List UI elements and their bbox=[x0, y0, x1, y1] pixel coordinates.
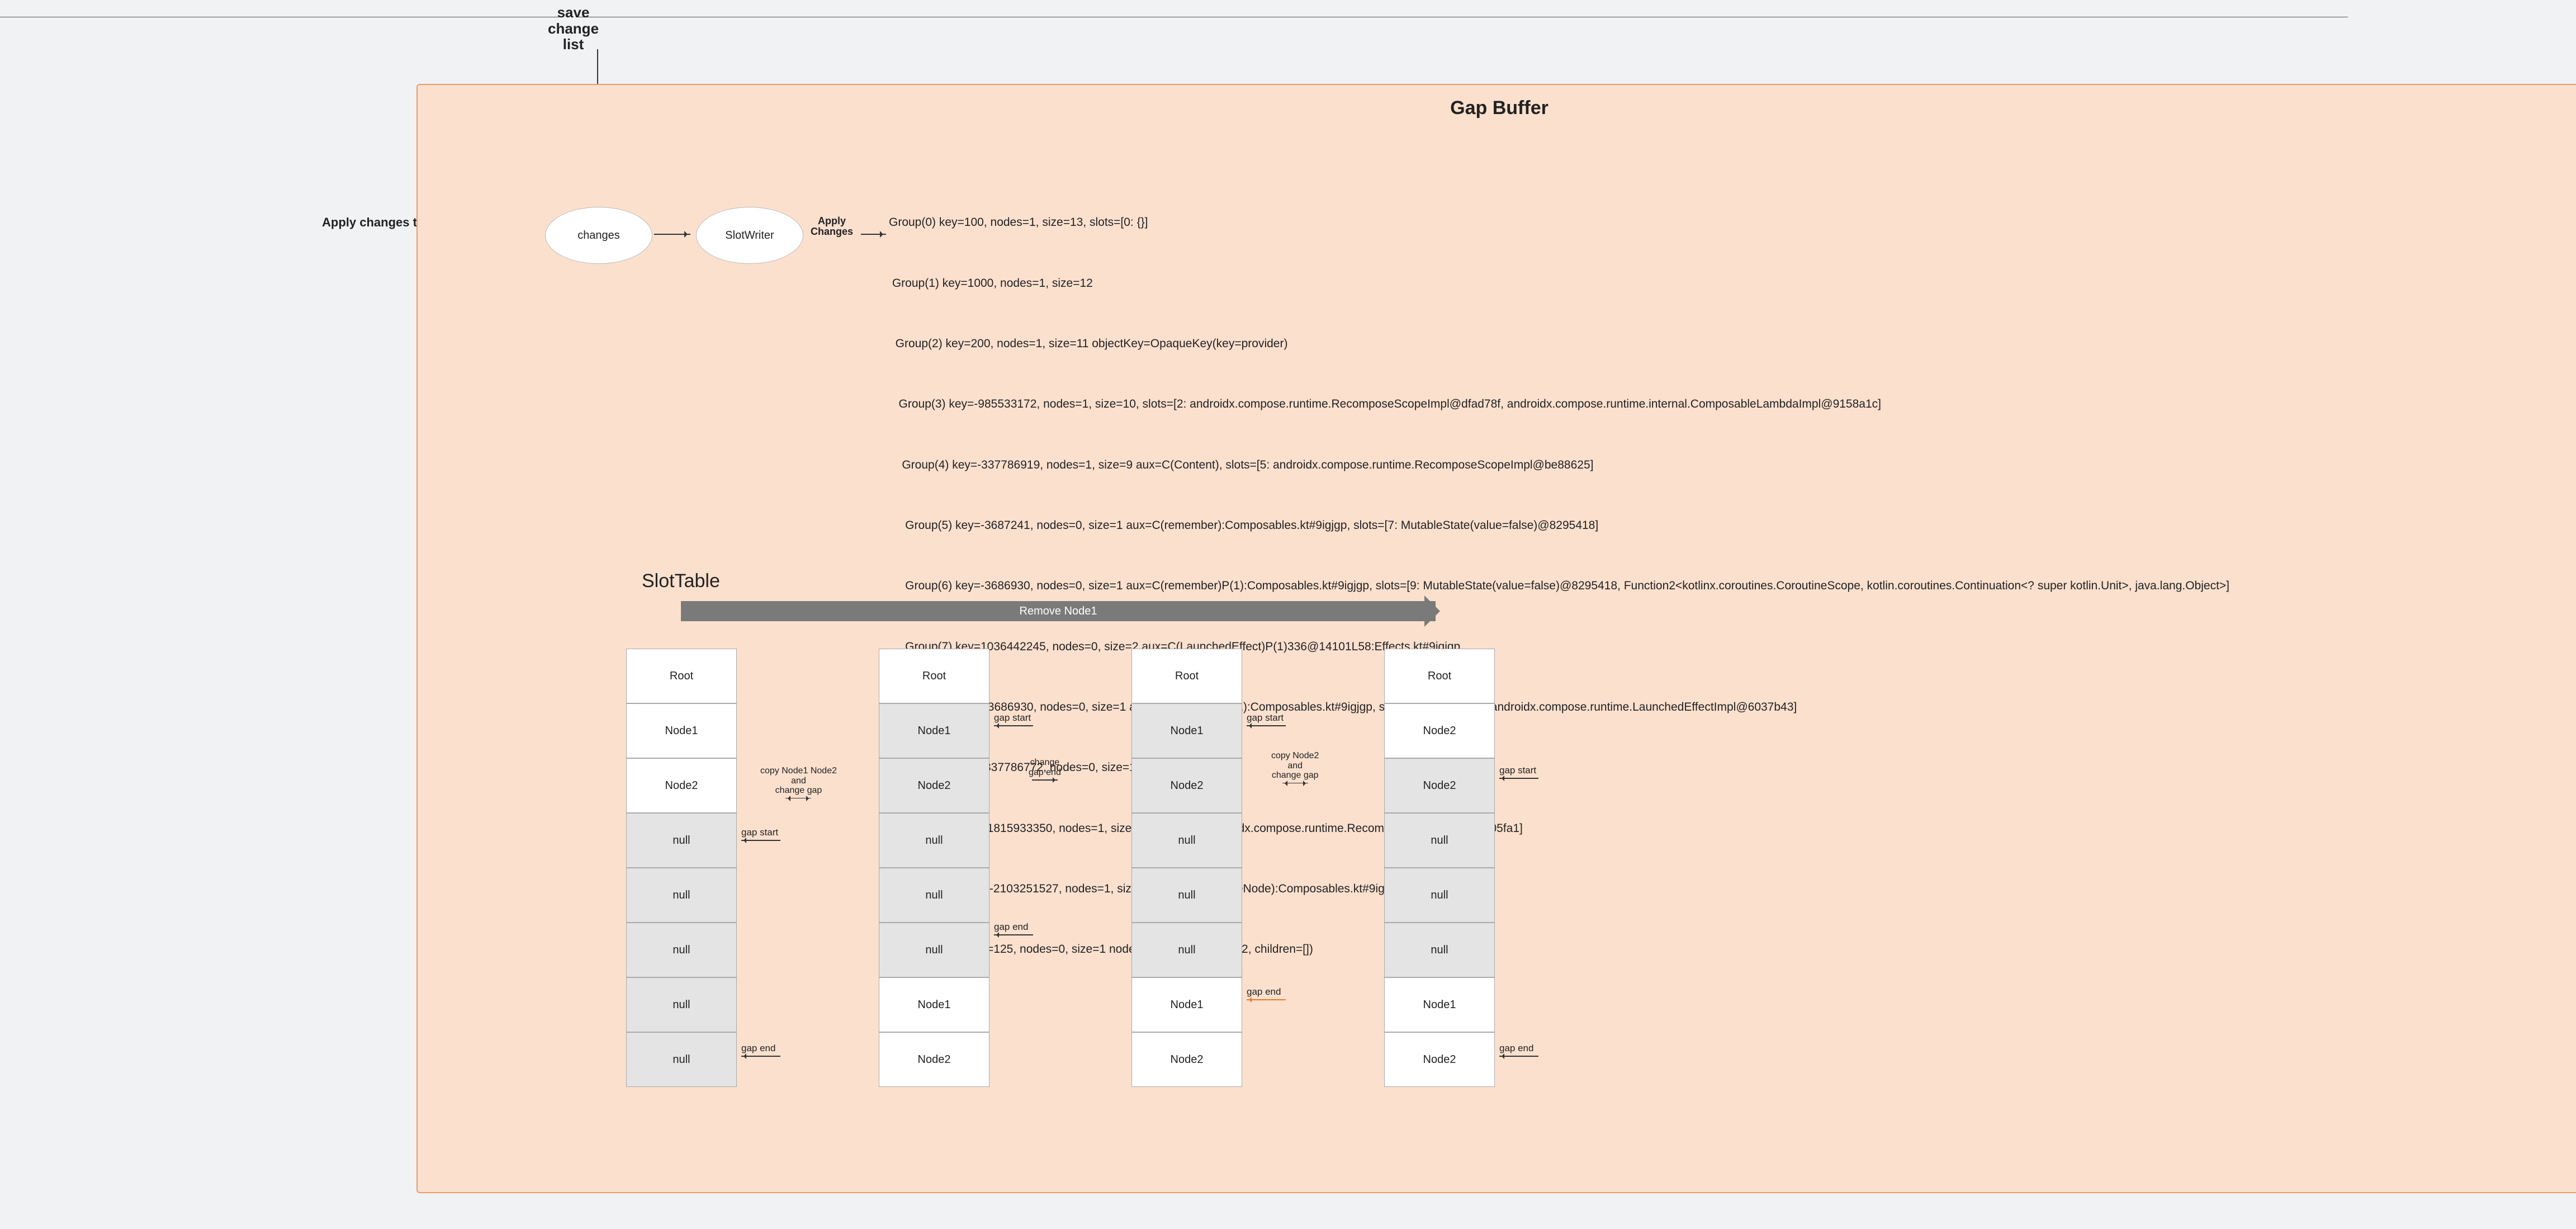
slot-cell: Node1 bbox=[1131, 703, 1242, 758]
slot-cell: Node1 bbox=[626, 703, 737, 758]
step-1-label: copy Node1 Node2 and change gap bbox=[760, 766, 837, 798]
gap-end-note-moved: gap end bbox=[1247, 987, 1286, 1000]
marker-text: gap start bbox=[1247, 712, 1284, 723]
arrow-writer-to-dump bbox=[861, 234, 886, 235]
gap-end-note: gap end bbox=[741, 1043, 780, 1057]
slot-cell: null bbox=[626, 813, 737, 868]
slot-cell: null bbox=[879, 868, 989, 923]
slot-cell: null bbox=[879, 813, 989, 868]
gap-end-note: gap end bbox=[1499, 1043, 1538, 1057]
dump-line: Group(1) key=1000, nodes=1, size=12 bbox=[889, 273, 2229, 294]
slot-cell: Node1 bbox=[879, 977, 989, 1032]
marker-text: gap end bbox=[1247, 986, 1281, 997]
slot-cell: Node2 bbox=[1131, 1032, 1242, 1087]
slot-cell: Node2 bbox=[1131, 758, 1242, 813]
marker-text: gap start bbox=[994, 712, 1031, 723]
slot-cell: Node2 bbox=[879, 1032, 989, 1087]
arrow-changes-to-writer bbox=[654, 234, 690, 235]
slot-cell: null bbox=[879, 923, 989, 977]
slotwriter-node: SlotWriter bbox=[696, 207, 803, 264]
dump-line: Group(9) key=-337786772, nodes=0, size=1 bbox=[889, 758, 2229, 778]
remove-node1-label: Remove Node1 bbox=[1020, 605, 1097, 618]
slot-cell: Node2 bbox=[1384, 758, 1495, 813]
slottable-col-4: RootNode2Node2nullnullnullNode1Node2 bbox=[1384, 649, 1495, 1087]
gap-start-note: gap start bbox=[1499, 765, 1538, 779]
slot-cell: Node1 bbox=[1131, 977, 1242, 1032]
slot-cell: Node2 bbox=[879, 758, 989, 813]
slot-cell: null bbox=[1384, 813, 1495, 868]
slot-cell: null bbox=[626, 923, 737, 977]
marker-text: gap start bbox=[1499, 765, 1536, 776]
slot-cell: Node2 bbox=[1384, 703, 1495, 758]
marker-text: gap end bbox=[994, 921, 1028, 932]
slot-cell: Node1 bbox=[879, 703, 989, 758]
dump-line: Group(2) key=200, nodes=1, size=11 objec… bbox=[889, 334, 2229, 354]
dump-line: Group(3) key=-985533172, nodes=1, size=1… bbox=[889, 394, 2229, 414]
dump-line: Group(5) key=-3687241, nodes=0, size=1 a… bbox=[889, 516, 2229, 536]
changes-node: changes bbox=[545, 207, 652, 264]
slot-cell: null bbox=[626, 1032, 737, 1087]
step-text: change gap end bbox=[1029, 758, 1061, 777]
dump-line: Group(8) key=-3686930, nodes=0, size=1 a… bbox=[889, 697, 2229, 717]
slot-cell: null bbox=[1131, 923, 1242, 977]
slot-cell: Node2 bbox=[1384, 1032, 1495, 1087]
slot-cell: null bbox=[1384, 923, 1495, 977]
dump-line: Group(4) key=-337786919, nodes=1, size=9… bbox=[889, 455, 2229, 475]
dump-line: Group(0) key=100, nodes=1, size=13, slot… bbox=[889, 212, 2229, 233]
slot-cell: null bbox=[1131, 868, 1242, 923]
panel-title: Gap Buffer bbox=[418, 97, 2576, 119]
dump-line: Group(12) key=125, nodes=0, size=1 node=… bbox=[889, 939, 2229, 959]
apply-changes-midlabel: Apply Changes bbox=[811, 216, 853, 237]
remove-node1-arrow: Remove Node1 bbox=[681, 601, 1436, 621]
changes-node-label: changes bbox=[577, 229, 620, 242]
slottable-col-3: RootNode1Node2nullnullnullNode1Node2 bbox=[1131, 649, 1242, 1087]
gap-start-note: gap start bbox=[741, 828, 780, 841]
step-text: copy Node1 Node2 and change gap bbox=[760, 766, 837, 795]
slot-cell: Node1 bbox=[1384, 977, 1495, 1032]
step-text: copy Node2 and change gap bbox=[1271, 751, 1319, 780]
slot-cell: Root bbox=[1131, 649, 1242, 703]
dump-line: Group(7) key=1036442245, nodes=0, size=2… bbox=[889, 637, 2229, 657]
slot-cell: null bbox=[1384, 868, 1495, 923]
step-3-label: copy Node2 and change gap bbox=[1271, 751, 1319, 783]
marker-text: gap start bbox=[741, 827, 778, 838]
group-dump: Group(0) key=100, nodes=1, size=13, slot… bbox=[889, 172, 2229, 980]
slottable-title: SlotTable bbox=[642, 570, 720, 592]
slot-cell: null bbox=[626, 977, 737, 1032]
gap-start-note: gap start bbox=[1247, 713, 1286, 726]
save-change-list-label: save change list bbox=[548, 4, 599, 53]
gap-end-note: gap end bbox=[994, 922, 1033, 935]
slottable-col-1: RootNode1Node2nullnullnullnullnull bbox=[626, 649, 737, 1087]
slot-cell: Node2 bbox=[626, 758, 737, 813]
dump-line: Group(10) key=1815933350, nodes=1, size=… bbox=[889, 819, 2229, 839]
slot-cell: Root bbox=[1384, 649, 1495, 703]
marker-text: gap end bbox=[741, 1043, 775, 1053]
dump-line: Group(6) key=-3686930, nodes=0, size=1 a… bbox=[889, 576, 2229, 596]
gap-start-note: gap start bbox=[994, 713, 1033, 726]
dump-line: Group(11) key=-2103251527, nodes=1, size… bbox=[889, 879, 2229, 899]
slottable-col-2: RootNode1Node2nullnullnullNode1Node2 bbox=[879, 649, 989, 1087]
step-2-label: change gap end bbox=[1029, 758, 1061, 781]
slot-cell: Root bbox=[626, 649, 737, 703]
marker-text: gap end bbox=[1499, 1043, 1533, 1053]
slotwriter-node-label: SlotWriter bbox=[725, 229, 774, 242]
slot-cell: null bbox=[1131, 813, 1242, 868]
slot-cell: Root bbox=[879, 649, 989, 703]
slot-cell: null bbox=[626, 868, 737, 923]
